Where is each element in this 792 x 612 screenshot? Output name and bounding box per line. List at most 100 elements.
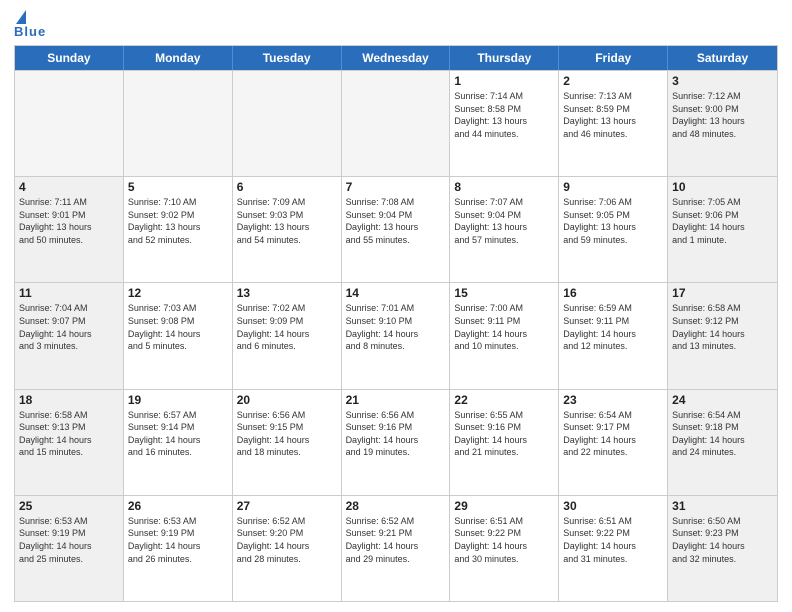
cell-info-line: Daylight: 14 hours bbox=[346, 540, 446, 553]
cell-info-line: Sunrise: 7:05 AM bbox=[672, 196, 773, 209]
cell-info-line: Sunset: 9:14 PM bbox=[128, 421, 228, 434]
calendar-header-cell: Saturday bbox=[668, 46, 777, 70]
day-number: 11 bbox=[19, 286, 119, 300]
cell-info-line: and 48 minutes. bbox=[672, 128, 773, 141]
cell-info-line: and 46 minutes. bbox=[563, 128, 663, 141]
calendar-cell: 18Sunrise: 6:58 AMSunset: 9:13 PMDayligh… bbox=[15, 390, 124, 495]
calendar-cell: 30Sunrise: 6:51 AMSunset: 9:22 PMDayligh… bbox=[559, 496, 668, 601]
cell-info-line: Daylight: 13 hours bbox=[346, 221, 446, 234]
day-number: 25 bbox=[19, 499, 119, 513]
calendar-header-cell: Monday bbox=[124, 46, 233, 70]
cell-info-line: and 19 minutes. bbox=[346, 446, 446, 459]
calendar-cell: 7Sunrise: 7:08 AMSunset: 9:04 PMDaylight… bbox=[342, 177, 451, 282]
cell-info-line: Sunset: 9:04 PM bbox=[346, 209, 446, 222]
cell-info-line: Daylight: 13 hours bbox=[672, 115, 773, 128]
cell-info-line: Sunrise: 6:51 AM bbox=[454, 515, 554, 528]
cell-info-line: Sunrise: 6:56 AM bbox=[237, 409, 337, 422]
cell-info-line: Sunrise: 7:12 AM bbox=[672, 90, 773, 103]
calendar-cell bbox=[342, 71, 451, 176]
cell-info-line: and 3 minutes. bbox=[19, 340, 119, 353]
day-number: 5 bbox=[128, 180, 228, 194]
cell-info-line: Sunrise: 6:55 AM bbox=[454, 409, 554, 422]
calendar-cell: 17Sunrise: 6:58 AMSunset: 9:12 PMDayligh… bbox=[668, 283, 777, 388]
day-number: 3 bbox=[672, 74, 773, 88]
calendar-cell: 16Sunrise: 6:59 AMSunset: 9:11 PMDayligh… bbox=[559, 283, 668, 388]
cell-info-line: Sunset: 9:11 PM bbox=[454, 315, 554, 328]
calendar-cell: 23Sunrise: 6:54 AMSunset: 9:17 PMDayligh… bbox=[559, 390, 668, 495]
cell-info-line: Daylight: 14 hours bbox=[128, 540, 228, 553]
day-number: 28 bbox=[346, 499, 446, 513]
cell-info-line: Daylight: 14 hours bbox=[237, 540, 337, 553]
cell-info-line: and 18 minutes. bbox=[237, 446, 337, 459]
cell-info-line: Daylight: 14 hours bbox=[672, 221, 773, 234]
calendar-cell: 20Sunrise: 6:56 AMSunset: 9:15 PMDayligh… bbox=[233, 390, 342, 495]
cell-info-line: Sunrise: 6:53 AM bbox=[19, 515, 119, 528]
cell-info-line: Sunset: 9:10 PM bbox=[346, 315, 446, 328]
day-number: 9 bbox=[563, 180, 663, 194]
cell-info-line: Sunrise: 6:54 AM bbox=[563, 409, 663, 422]
calendar-cell: 25Sunrise: 6:53 AMSunset: 9:19 PMDayligh… bbox=[15, 496, 124, 601]
calendar-cell: 13Sunrise: 7:02 AMSunset: 9:09 PMDayligh… bbox=[233, 283, 342, 388]
cell-info-line: Daylight: 13 hours bbox=[563, 115, 663, 128]
day-number: 16 bbox=[563, 286, 663, 300]
cell-info-line: Daylight: 14 hours bbox=[19, 328, 119, 341]
day-number: 7 bbox=[346, 180, 446, 194]
cell-info-line: Daylight: 14 hours bbox=[19, 540, 119, 553]
day-number: 30 bbox=[563, 499, 663, 513]
calendar-header-cell: Sunday bbox=[15, 46, 124, 70]
cell-info-line: Sunset: 9:11 PM bbox=[563, 315, 663, 328]
cell-info-line: Daylight: 14 hours bbox=[346, 434, 446, 447]
cell-info-line: Sunset: 9:03 PM bbox=[237, 209, 337, 222]
cell-info-line: Sunset: 9:22 PM bbox=[454, 527, 554, 540]
cell-info-line: Sunrise: 6:50 AM bbox=[672, 515, 773, 528]
cell-info-line: Sunrise: 7:03 AM bbox=[128, 302, 228, 315]
cell-info-line: Sunset: 9:04 PM bbox=[454, 209, 554, 222]
cell-info-line: and 44 minutes. bbox=[454, 128, 554, 141]
cell-info-line: Daylight: 14 hours bbox=[19, 434, 119, 447]
header: Blue bbox=[14, 10, 778, 39]
cell-info-line: Sunset: 9:22 PM bbox=[563, 527, 663, 540]
day-number: 27 bbox=[237, 499, 337, 513]
day-number: 14 bbox=[346, 286, 446, 300]
calendar-header-cell: Thursday bbox=[450, 46, 559, 70]
cell-info-line: and 6 minutes. bbox=[237, 340, 337, 353]
cell-info-line: Sunset: 8:59 PM bbox=[563, 103, 663, 116]
calendar-cell bbox=[15, 71, 124, 176]
calendar-cell: 29Sunrise: 6:51 AMSunset: 9:22 PMDayligh… bbox=[450, 496, 559, 601]
cell-info-line: Sunset: 9:16 PM bbox=[454, 421, 554, 434]
calendar-header-cell: Tuesday bbox=[233, 46, 342, 70]
cell-info-line: Sunrise: 7:04 AM bbox=[19, 302, 119, 315]
logo-blue-line: Blue bbox=[14, 24, 46, 39]
cell-info-line: Sunset: 9:00 PM bbox=[672, 103, 773, 116]
day-number: 1 bbox=[454, 74, 554, 88]
cell-info-line: Sunrise: 7:01 AM bbox=[346, 302, 446, 315]
calendar-header-cell: Wednesday bbox=[342, 46, 451, 70]
cell-info-line: Sunrise: 6:58 AM bbox=[19, 409, 119, 422]
cell-info-line: and 13 minutes. bbox=[672, 340, 773, 353]
day-number: 4 bbox=[19, 180, 119, 194]
calendar-cell: 27Sunrise: 6:52 AMSunset: 9:20 PMDayligh… bbox=[233, 496, 342, 601]
cell-info-line: Sunset: 9:12 PM bbox=[672, 315, 773, 328]
calendar-cell: 4Sunrise: 7:11 AMSunset: 9:01 PMDaylight… bbox=[15, 177, 124, 282]
calendar-cell: 5Sunrise: 7:10 AMSunset: 9:02 PMDaylight… bbox=[124, 177, 233, 282]
calendar-cell: 6Sunrise: 7:09 AMSunset: 9:03 PMDaylight… bbox=[233, 177, 342, 282]
day-number: 13 bbox=[237, 286, 337, 300]
cell-info-line: and 15 minutes. bbox=[19, 446, 119, 459]
cell-info-line: and 26 minutes. bbox=[128, 553, 228, 566]
cell-info-line: and 57 minutes. bbox=[454, 234, 554, 247]
cell-info-line: Daylight: 14 hours bbox=[454, 434, 554, 447]
calendar-cell: 21Sunrise: 6:56 AMSunset: 9:16 PMDayligh… bbox=[342, 390, 451, 495]
cell-info-line: Sunset: 9:17 PM bbox=[563, 421, 663, 434]
cell-info-line: and 8 minutes. bbox=[346, 340, 446, 353]
cell-info-line: Sunrise: 6:52 AM bbox=[346, 515, 446, 528]
day-number: 2 bbox=[563, 74, 663, 88]
day-number: 21 bbox=[346, 393, 446, 407]
calendar-header: SundayMondayTuesdayWednesdayThursdayFrid… bbox=[15, 46, 777, 70]
cell-info-line: Daylight: 13 hours bbox=[237, 221, 337, 234]
cell-info-line: Sunset: 9:16 PM bbox=[346, 421, 446, 434]
cell-info-line: Sunrise: 6:54 AM bbox=[672, 409, 773, 422]
day-number: 24 bbox=[672, 393, 773, 407]
cell-info-line: Daylight: 14 hours bbox=[454, 328, 554, 341]
cell-info-line: Sunrise: 6:52 AM bbox=[237, 515, 337, 528]
cell-info-line: Sunset: 9:05 PM bbox=[563, 209, 663, 222]
